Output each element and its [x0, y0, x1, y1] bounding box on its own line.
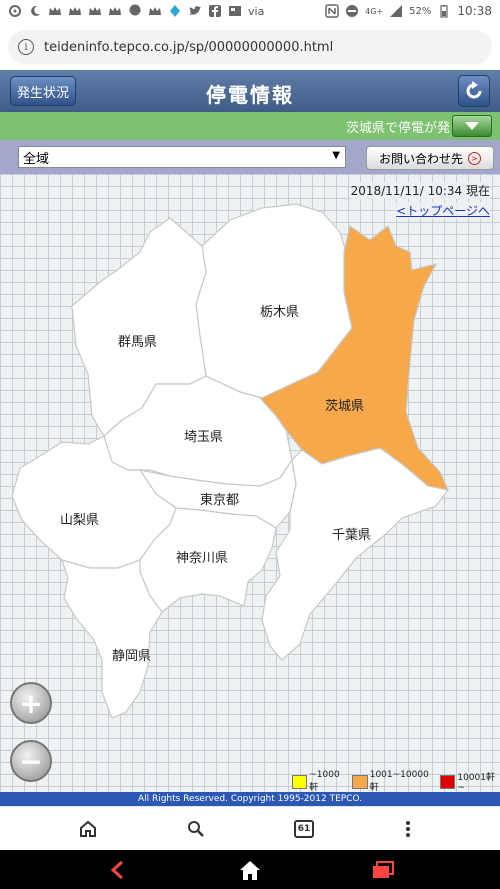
- legend-swatch-high: [440, 774, 456, 789]
- refresh-icon: [466, 81, 482, 99]
- nfc-icon: [325, 4, 339, 18]
- legend-item-low: ~1000軒: [292, 770, 346, 792]
- home-icon: [240, 861, 260, 880]
- alert-ticker: 茨城県で停電が発: [0, 112, 500, 140]
- prefecture-map[interactable]: 栃木県 群馬県 茨城県 埼玉県 東京都 山梨県 千葉県 神奈川県 静岡県: [0, 174, 500, 792]
- status-bar-notifications: via: [8, 4, 264, 18]
- copyright-footer: All Rights Reserved. Copyright 1995-2012…: [0, 792, 500, 806]
- label-gunma: 群馬県: [118, 335, 157, 350]
- legend-swatch-mid: [352, 774, 368, 789]
- legend-label-low: ~1000軒: [309, 770, 340, 792]
- area-select[interactable]: 全域 ▼: [18, 146, 346, 168]
- home-button[interactable]: [76, 817, 100, 841]
- ticker-expand-button[interactable]: [452, 115, 492, 137]
- message-icon: [129, 4, 141, 16]
- top-page-link[interactable]: <トップページへ: [396, 202, 490, 219]
- facebook-icon: [209, 5, 221, 17]
- recents-button[interactable]: [370, 858, 396, 882]
- contact-button-label: お問い合わせ先: [378, 151, 463, 166]
- legend-label-high: 10001軒~: [457, 773, 495, 792]
- tab-count: 61: [294, 820, 314, 838]
- back-arrow-icon: [110, 860, 123, 880]
- browser-bottom-bar: 61: [0, 806, 500, 850]
- more-vertical-icon: [406, 821, 410, 837]
- tabs-button[interactable]: 61: [292, 817, 316, 841]
- search-icon: [188, 821, 204, 837]
- label-chiba: 千葉県: [332, 528, 371, 543]
- contact-button[interactable]: お問い合わせ先 >: [366, 146, 494, 170]
- legend-label-mid: 1001~10000軒: [369, 770, 429, 792]
- recents-icon: [373, 861, 394, 878]
- home-nav-button[interactable]: [237, 858, 263, 882]
- carrier-text: via: [248, 4, 265, 18]
- back-button[interactable]: [104, 858, 130, 882]
- news-icon: [229, 6, 241, 16]
- update-timestamp: 2018/11/11/ 10:34 現在: [350, 182, 490, 199]
- system-nav-bar: [0, 850, 500, 889]
- ticker-text: 茨城県で停電が発: [346, 121, 451, 136]
- settings-icon: [9, 5, 21, 17]
- legend-swatch-low: [292, 774, 308, 789]
- crown-icon: [69, 7, 81, 15]
- chevron-down-icon: [465, 122, 479, 130]
- crown-icon: [89, 7, 101, 15]
- network-type: 4G+: [365, 6, 384, 16]
- page-title: 停電情報: [206, 83, 294, 107]
- label-tokyo: 東京都: [200, 492, 239, 508]
- twitter-icon: [189, 6, 201, 15]
- moon-icon: [31, 5, 40, 16]
- dropdown-arrow-icon: ▼: [332, 150, 340, 161]
- status-bar-system: 4G+ 52% 10:38: [325, 4, 492, 18]
- battery-percent: 52%: [409, 5, 432, 17]
- control-row: 全域 ▼ お問い合わせ先 >: [0, 140, 500, 174]
- arrow-right-circle-icon: >: [468, 151, 481, 165]
- label-ibaraki: 茨城県: [325, 399, 364, 414]
- home-icon: [80, 820, 96, 837]
- outage-map[interactable]: 栃木県 群馬県 茨城県 埼玉県 東京都 山梨県 千葉県 神奈川県 静岡県 201…: [0, 174, 500, 792]
- search-button[interactable]: [184, 817, 208, 841]
- battery-icon: [440, 5, 449, 18]
- label-kanagawa: 神奈川県: [176, 551, 228, 566]
- clock: 10:38: [457, 4, 492, 18]
- url-text[interactable]: teideninfo.tepco.co.jp/sp/00000000000.ht…: [44, 40, 333, 55]
- zoom-in-button[interactable]: +: [10, 682, 52, 724]
- minus-circle-icon: [346, 5, 359, 17]
- browser-toolbar: i teideninfo.tepco.co.jp/sp/00000000000.…: [0, 24, 500, 70]
- area-select-value: 全域: [23, 151, 50, 167]
- label-tochigi: 栃木県: [260, 305, 299, 320]
- zoom-out-button[interactable]: −: [10, 740, 52, 782]
- legend-item-high: 10001軒~: [440, 770, 500, 792]
- signal-icon: [390, 5, 403, 17]
- label-saitama: 埼玉県: [184, 430, 223, 445]
- refresh-button[interactable]: [458, 75, 490, 107]
- legend-item-mid: 1001~10000軒: [352, 770, 434, 792]
- label-shizuoka: 静岡県: [112, 649, 151, 664]
- label-yamanashi: 山梨県: [60, 513, 99, 528]
- crown-icon: [49, 7, 61, 15]
- status-bar: via 4G+ 52% 10:38: [0, 0, 500, 24]
- more-menu-button[interactable]: [396, 817, 420, 841]
- notification-icon: [170, 5, 180, 17]
- map-legend: ~1000軒 1001~10000軒 10001軒~: [292, 770, 500, 792]
- crown-icon: [109, 7, 121, 15]
- crown-icon: [149, 7, 161, 15]
- info-icon[interactable]: i: [18, 39, 34, 55]
- page-header: 発生状況 停電情報: [0, 70, 500, 112]
- url-bar[interactable]: i teideninfo.tepco.co.jp/sp/00000000000.…: [8, 30, 492, 64]
